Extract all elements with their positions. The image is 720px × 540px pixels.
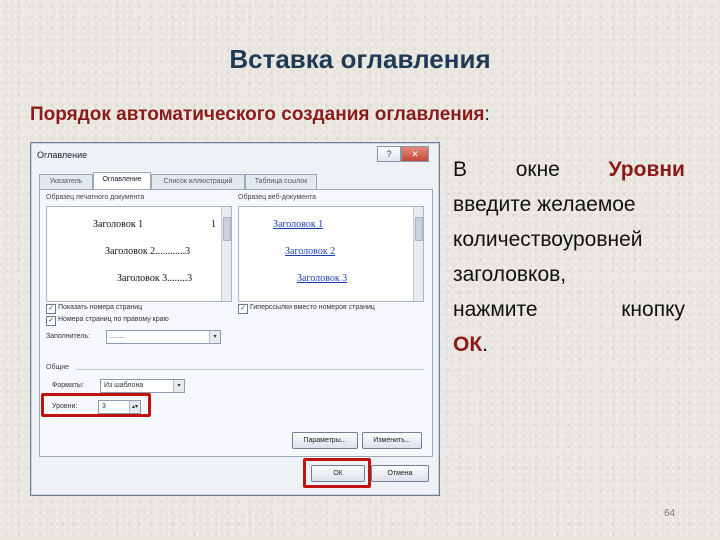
show-page-numbers-checkbox[interactable]: ✓ [46, 304, 56, 314]
web-link-heading-1[interactable]: Заголовок 1 [273, 219, 323, 230]
preview-heading-1: Заголовок 1 [93, 219, 144, 230]
formats-select[interactable]: Из шаблона ▾ [100, 379, 185, 393]
instruction-text: В окне Уровни введите желаемое количеств… [453, 152, 685, 362]
web-preview: Заголовок 1 Заголовок 2 Заголовок 3 [238, 206, 424, 302]
word-levels: Уровни [608, 158, 685, 181]
modify-button[interactable]: Изменить... [362, 432, 422, 449]
subtitle-colon: : [484, 104, 490, 125]
right-align-checkbox[interactable]: ✓ [46, 316, 56, 326]
general-divider [76, 369, 424, 370]
instruction-line-4: заголовков, [453, 257, 685, 292]
word-ok: ОК [453, 333, 483, 356]
dropdown-arrow-icon: ▾ [209, 331, 220, 343]
web-preview-label: Образец веб-документа [238, 194, 317, 201]
tab-authorities[interactable]: Таблица ссылок [245, 174, 317, 189]
toc-panel: Образец печатного документа Образец веб-… [39, 189, 433, 457]
line-4: заголовков, [453, 263, 567, 286]
word-window: окне [515, 158, 560, 181]
general-section-label: Общие [46, 364, 70, 371]
slide-title: Вставка оглавления [229, 44, 491, 74]
word-button: кнопку [621, 298, 685, 321]
hyperlinks-checkbox[interactable]: ✓ [238, 304, 248, 314]
right-align-label: Номера страниц по правому краю [58, 316, 169, 323]
web-link-heading-2[interactable]: Заголовок 2 [285, 246, 335, 257]
hyperlinks-label: Гиперссылки вместо номеров страниц [250, 304, 375, 311]
web-preview-scrollbar[interactable] [413, 207, 423, 301]
close-icon[interactable]: ✕ [401, 146, 429, 162]
print-preview-scrollbar[interactable] [221, 207, 231, 301]
formats-value: Из шаблона [104, 382, 144, 389]
toc-dialog: Оглавление ? ✕ Указатель Оглавление Спис… [30, 142, 440, 496]
word-in: В [453, 158, 468, 181]
levels-highlight [41, 393, 151, 417]
dialog-title: Оглавление [37, 150, 88, 160]
page-number: 64 [664, 508, 676, 519]
instruction-line-5: нажмите кнопку [453, 292, 685, 327]
preview-heading-3: Заголовок 3........3 [117, 273, 193, 284]
options-button[interactable]: Параметры... [292, 432, 358, 449]
dropdown-arrow-icon: ▾ [173, 380, 184, 392]
preview-page-1: 1 [211, 219, 216, 230]
preview-heading-2: Заголовок 2............3 [105, 246, 191, 257]
instruction-line-3: количествоуровней [453, 222, 685, 257]
print-preview-label: Образец печатного документа [46, 194, 145, 201]
print-preview: Заголовок 1 1 Заголовок 2............3 З… [46, 206, 232, 302]
web-link-heading-3[interactable]: Заголовок 3 [297, 273, 347, 284]
help-icon[interactable]: ? [377, 146, 401, 162]
subtitle-text: Порядок автоматического создания оглавле… [30, 104, 485, 125]
ok-highlight [303, 458, 371, 488]
tab-leader-label: Заполнитель: [46, 333, 90, 340]
instruction-line-2: введите желаемое [453, 187, 685, 222]
line-3: количествоуровней [453, 228, 643, 251]
instruction-line-6: ОК. [453, 327, 685, 362]
word-press: нажмите [453, 298, 538, 321]
tab-leader-select[interactable]: ....... ▾ [106, 330, 221, 344]
word-dot: . [482, 333, 488, 356]
show-page-numbers-label: Показать номера страниц [58, 304, 143, 311]
tab-toc[interactable]: Оглавление [93, 172, 151, 189]
tab-leader-value: ....... [110, 333, 124, 340]
slide-subtitle: Порядок автоматического создания оглавле… [30, 104, 490, 126]
cancel-button[interactable]: Отмена [371, 465, 429, 482]
formats-label: Форматы: [52, 382, 84, 389]
tab-figures[interactable]: Список иллюстраций [151, 174, 245, 189]
instruction-line-1: В окне Уровни [453, 152, 685, 187]
line-2: введите желаемое [453, 193, 636, 216]
tab-index[interactable]: Указатель [39, 174, 93, 189]
